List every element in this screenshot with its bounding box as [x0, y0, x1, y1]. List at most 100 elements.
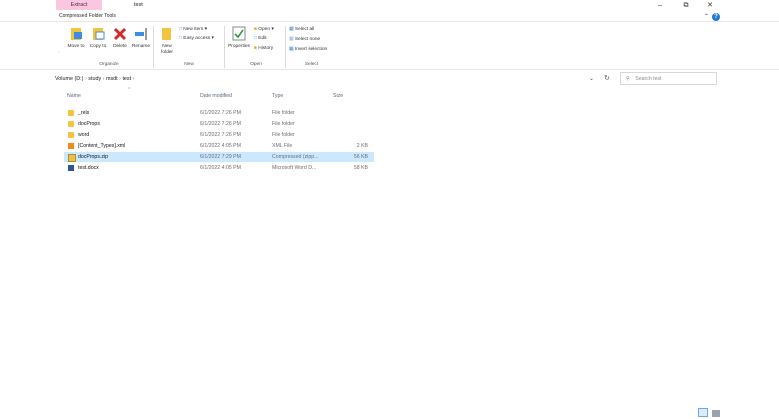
edit-icon: □ [254, 36, 257, 41]
copy-to-button[interactable]: Copy to [88, 26, 108, 60]
new-item-label: New item [183, 27, 204, 32]
file-name: _rels [78, 110, 90, 116]
select-all-label: Select all [294, 27, 315, 32]
new-folder-button[interactable]: New folder [157, 26, 177, 60]
search-icon: ⚲ [626, 76, 630, 82]
group-open-label: Open [250, 62, 262, 67]
file-type: File folder [272, 121, 295, 127]
open-icon: ■ [254, 27, 257, 32]
breadcrumb-msdt[interactable]: msdt [106, 76, 118, 82]
column-header-size[interactable]: Size [333, 93, 343, 99]
file-row[interactable]: docProps 6/1/2022 7:26 PM File folder [64, 119, 374, 129]
select-all-button[interactable]: ▦ Select all [289, 27, 314, 33]
file-type: File folder [272, 132, 295, 138]
group-new-label: New [184, 62, 194, 67]
easy-access-label: Easy access [183, 36, 211, 41]
easy-access-button[interactable]: □ Easy access ▾ [179, 36, 214, 42]
file-row[interactable]: word 6/1/2022 7:26 PM File folder [64, 130, 374, 140]
open-button[interactable]: ■ Open ▾ [254, 27, 274, 33]
history-button[interactable]: ■ History [254, 46, 273, 52]
rename-icon [135, 28, 147, 40]
edit-button[interactable]: □ Edit [254, 36, 267, 42]
group-select-label: Select [304, 62, 319, 67]
file-date: 6/1/2022 7:26 PM [200, 110, 241, 116]
minimize-icon[interactable]: – [650, 0, 670, 11]
file-type: Compressed (zipp... [272, 154, 319, 160]
file-size: 2 KB [356, 143, 368, 149]
folder-icon [68, 121, 74, 127]
file-name: docProps.zip [78, 154, 108, 160]
collapse-ribbon-icon[interactable]: ⌃ [704, 13, 709, 20]
invert-selection-button[interactable]: ▦ Invert selection [289, 47, 327, 53]
column-header-type[interactable]: Type [272, 93, 283, 99]
copy-to-label: Copy to [89, 44, 107, 49]
large-icons-view-icon[interactable] [711, 410, 720, 417]
file-size: 58 KB [353, 165, 368, 171]
view-toggle [698, 408, 720, 419]
folder-icon [68, 132, 74, 138]
ribbon-divider [0, 21, 779, 22]
tab-extract[interactable]: Extract [56, 0, 102, 10]
select-none-button[interactable]: ▦ Select none [289, 37, 320, 43]
breadcrumb-volume[interactable]: Volume (D:) [55, 76, 83, 82]
new-folder-label: New folder [161, 44, 173, 55]
address-dropdown-icon[interactable]: ⌄ [589, 73, 594, 85]
window-title: test [134, 2, 143, 8]
close-icon[interactable]: ✕ [700, 0, 720, 11]
invert-selection-label: Invert selection [294, 47, 328, 52]
properties-button[interactable]: Properties [227, 26, 251, 60]
details-view-icon[interactable] [698, 408, 708, 417]
breadcrumb-test[interactable]: test [122, 76, 131, 82]
search-input[interactable]: Search test [635, 76, 661, 82]
column-header-date[interactable]: Date modified [200, 93, 232, 99]
history-icon: ■ [254, 46, 257, 51]
file-type: XML File [272, 143, 293, 149]
delete-icon [113, 27, 127, 41]
folder-icon [68, 110, 74, 116]
copy-to-icon [93, 28, 105, 40]
file-row[interactable]: test.docx 6/1/2022 4:05 PM Microsoft Word … [64, 163, 374, 173]
file-size: 56 KB [353, 154, 368, 160]
new-item-icon: □ [179, 27, 182, 32]
file-type: File folder [272, 110, 295, 116]
file-date: 6/1/2022 4:05 PM [200, 143, 241, 149]
file-name: test.docx [78, 165, 99, 171]
file-type: Microsoft Word D... [272, 165, 317, 171]
file-row[interactable]: docProps.zip 6/1/2022 7:29 PM Compressed (… [64, 152, 374, 162]
select-none-icon: ▦ [289, 37, 294, 42]
file-row[interactable]: _rels 6/1/2022 7:26 PM File folder [64, 108, 374, 118]
select-none-label: Select none [294, 37, 321, 42]
edit-label: Edit [258, 36, 267, 41]
chevron-down-icon: ▾ [211, 36, 214, 41]
open-label: Open [258, 27, 270, 32]
refresh-icon[interactable]: ↻ [604, 73, 610, 85]
file-date: 6/1/2022 7:26 PM [200, 132, 241, 138]
file-date: 6/1/2022 7:29 PM [200, 154, 241, 160]
delete-button[interactable]: Delete [110, 26, 130, 60]
context-group-label: Compressed Folder Tools [59, 13, 116, 19]
move-to-icon [71, 28, 82, 40]
zip-file-icon [68, 154, 76, 162]
invert-selection-icon: ▦ [289, 47, 294, 52]
select-all-icon: ▦ [289, 27, 294, 32]
ribbon-bottom-divider [0, 69, 779, 70]
rename-button[interactable]: Rename [131, 26, 151, 60]
maximize-icon[interactable]: ⧉ [676, 0, 696, 11]
ribbon-scroll-marker: · [58, 50, 60, 56]
file-date: 6/1/2022 4:05 PM [200, 165, 241, 171]
breadcrumb[interactable]: Volume (D:) › study › msdt › test › [55, 73, 582, 85]
word-file-icon [68, 165, 74, 171]
new-item-button[interactable]: □ New item ▾ [179, 27, 207, 33]
move-to-button[interactable]: Move to [66, 26, 86, 60]
delete-label: Delete [113, 44, 127, 49]
ribbon-separator [285, 26, 286, 68]
ribbon-separator [153, 26, 154, 68]
file-row[interactable]: [Content_Types].xml 6/1/2022 4:05 PM XML F… [64, 141, 374, 151]
column-header-name[interactable]: Name [67, 93, 81, 99]
file-name: docProps [78, 121, 100, 127]
new-folder-icon [162, 28, 171, 40]
breadcrumb-study[interactable]: study [88, 76, 101, 82]
help-icon[interactable]: ? [712, 13, 720, 21]
move-to-label: Move to [67, 44, 85, 49]
search-box[interactable]: ⚲ Search test [620, 72, 717, 85]
